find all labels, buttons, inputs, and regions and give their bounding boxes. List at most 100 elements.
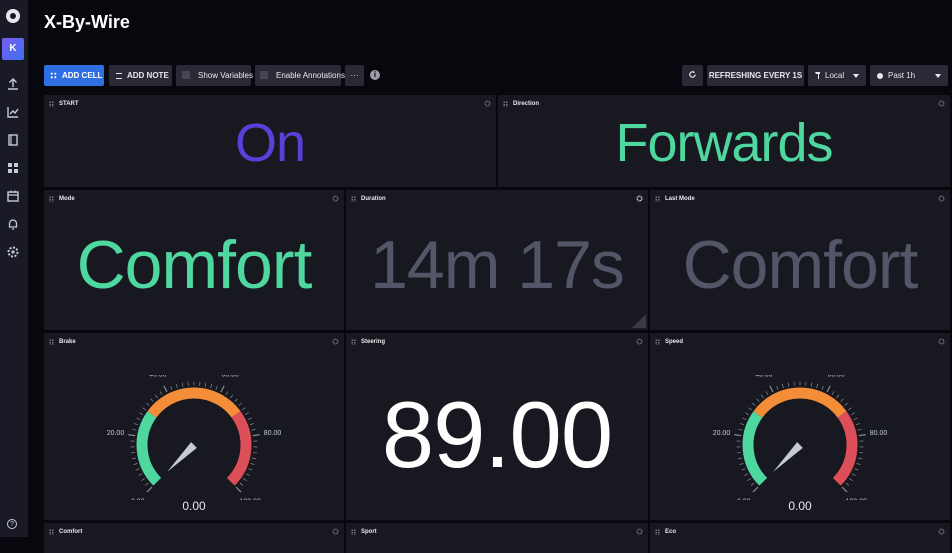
drag-handle-icon[interactable] [49, 101, 54, 107]
gauge-needle [167, 442, 197, 472]
bell-icon[interactable] [6, 217, 20, 231]
gear-icon[interactable] [636, 528, 643, 535]
gauge-tick [253, 435, 260, 436]
gauge-tick [248, 418, 252, 420]
gear-icon[interactable] [484, 100, 491, 107]
more-button[interactable]: ··· [345, 65, 364, 86]
cell-steering: Steering 89.00 [346, 333, 648, 520]
gauge-tick [743, 418, 747, 420]
gauge-tick [761, 395, 763, 398]
gauge-tick [738, 458, 742, 459]
drag-handle-icon[interactable] [655, 196, 660, 202]
chart-icon[interactable] [6, 105, 20, 119]
enable-annotations-toggle[interactable]: Enable Annotations [255, 65, 341, 86]
cell-last-mode: Last Mode Comfort [650, 190, 950, 330]
gauge-tick [788, 383, 789, 387]
gauge-band-1 [152, 393, 236, 414]
logo-icon[interactable] [6, 9, 20, 23]
gauge-tick [132, 458, 136, 459]
gauge-tick [740, 463, 744, 464]
gauge-tick [151, 399, 154, 402]
gauge-tick [131, 452, 135, 453]
gauge-tick [134, 463, 138, 464]
enable-annotations-label: Enable Annotations [276, 71, 345, 80]
gauge-tick-label: 60.00 [827, 375, 845, 379]
speed-gauge: 0.0020.0040.0060.0080.00100.00 [710, 375, 890, 500]
gauge-tick [845, 403, 848, 406]
gauge-tick [811, 383, 812, 387]
timezone-dropdown[interactable]: Local [808, 65, 866, 86]
gauge-tick [751, 483, 754, 486]
grid-icon [50, 72, 57, 79]
gauge-tick [734, 435, 741, 436]
more-label: ··· [351, 71, 359, 80]
gear-icon[interactable] [332, 338, 339, 345]
gear-icon[interactable] [938, 195, 945, 202]
gear-icon[interactable] [938, 100, 945, 107]
gauge-tick-label: 80.00 [870, 430, 888, 437]
calendar-icon[interactable] [6, 189, 20, 203]
gear-icon[interactable] [6, 245, 20, 259]
drag-handle-icon[interactable] [655, 529, 660, 535]
add-cell-button[interactable]: ADD CELL [44, 65, 104, 86]
cell-title: Speed [665, 339, 683, 345]
refresh-rate-label: REFRESHING EVERY 1S [709, 71, 802, 80]
drag-handle-icon[interactable] [351, 529, 356, 535]
gauge-tick [250, 423, 254, 424]
drag-handle-icon[interactable] [49, 339, 54, 345]
gear-icon[interactable] [636, 195, 643, 202]
drag-handle-icon[interactable] [351, 339, 356, 345]
gauge-tick [243, 478, 246, 480]
cell-mode: Mode Comfort [44, 190, 344, 330]
gear-icon[interactable] [938, 338, 945, 345]
single-stat-value: Comfort [650, 226, 950, 304]
gauge-tick-label: 80.00 [264, 430, 282, 437]
drag-handle-icon[interactable] [351, 196, 356, 202]
show-variables-toggle[interactable]: Show Variables [176, 65, 251, 86]
dashboard-icon[interactable] [6, 161, 20, 175]
cell-title: Duration [361, 196, 386, 202]
gauge-tick [857, 463, 861, 464]
gauge-tick [252, 458, 256, 459]
help-icon[interactable]: ? [7, 519, 17, 529]
resize-handle-icon[interactable] [632, 314, 646, 328]
gauge-tick [138, 474, 142, 476]
gauge-tick [141, 478, 144, 480]
cell-title: Comfort [59, 529, 82, 535]
gauge-tick [849, 478, 852, 480]
gauge-tick [176, 384, 177, 388]
cell-title: START [59, 101, 79, 107]
drag-handle-icon[interactable] [49, 529, 54, 535]
drag-handle-icon[interactable] [655, 339, 660, 345]
gauge-tick [841, 399, 844, 402]
cell-speed: Speed 0.0020.0040.0060.0080.00100.00 0.0… [650, 333, 950, 520]
gauge-tick [249, 469, 253, 471]
single-stat-value: Comfort [44, 226, 344, 304]
cell-title: Direction [513, 101, 539, 107]
gear-icon[interactable] [636, 338, 643, 345]
cell-eco: Eco [650, 523, 950, 553]
gauge-tick [252, 429, 256, 430]
gauge-tick [752, 403, 755, 406]
org-avatar[interactable]: K [2, 38, 24, 60]
gauge-tick [251, 463, 255, 464]
single-stat-value: On [44, 112, 496, 174]
add-note-button[interactable]: ADD NOTE [109, 65, 172, 86]
gauge-needle [773, 442, 803, 472]
time-range-dropdown[interactable]: Past 1h [870, 65, 948, 86]
drag-handle-icon[interactable] [503, 101, 508, 107]
drag-handle-icon[interactable] [49, 196, 54, 202]
gauge-tick [245, 413, 248, 415]
refresh-rate-dropdown[interactable]: REFRESHING EVERY 1S [707, 65, 804, 86]
gear-icon[interactable] [332, 528, 339, 535]
gear-icon[interactable] [938, 528, 945, 535]
book-icon[interactable] [6, 133, 20, 147]
single-stat-value: 89.00 [346, 381, 648, 489]
refresh-button[interactable] [682, 65, 703, 86]
gear-icon[interactable] [332, 195, 339, 202]
cell-start: START On [44, 95, 496, 187]
info-icon[interactable]: i [370, 70, 380, 80]
gauge-tick [827, 386, 830, 392]
upload-icon[interactable] [6, 77, 20, 91]
time-range-label: Past 1h [888, 71, 915, 80]
